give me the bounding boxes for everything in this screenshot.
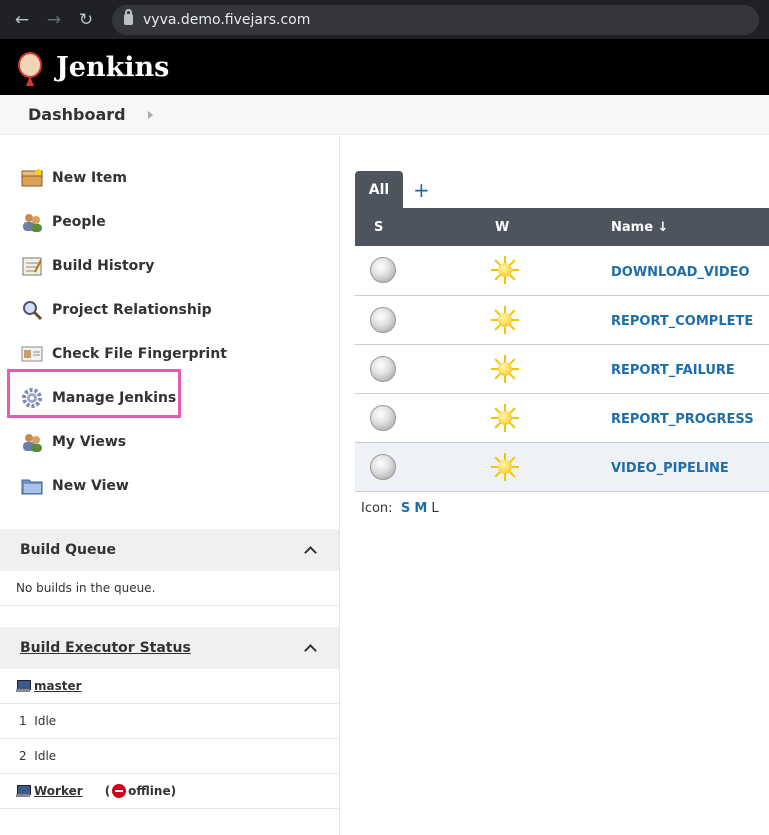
status-ball-icon bbox=[370, 404, 396, 431]
table-row: REPORT_FAILURE bbox=[355, 344, 769, 393]
task-label: Build History bbox=[52, 258, 155, 274]
column-weather[interactable]: W bbox=[477, 208, 611, 246]
executor-header[interactable]: Build Executor Status bbox=[0, 627, 339, 669]
breadcrumb-arrow-icon[interactable] bbox=[147, 110, 153, 119]
job-link[interactable]: REPORT_FAILURE bbox=[611, 363, 735, 378]
build-queue-header[interactable]: Build Queue bbox=[0, 529, 339, 571]
computer-icon bbox=[16, 680, 31, 692]
column-status[interactable]: S bbox=[355, 208, 477, 246]
breadcrumb: Dashboard bbox=[0, 95, 769, 135]
task-list: New Item People Build History Project Re… bbox=[0, 135, 339, 508]
job-link[interactable]: DOWNLOAD_VIDEO bbox=[611, 265, 750, 280]
computer-offline-icon bbox=[16, 785, 31, 797]
icon-size-small[interactable]: S bbox=[401, 501, 410, 516]
sidebar: New Item People Build History Project Re… bbox=[0, 135, 340, 835]
back-arrow-icon[interactable]: ← bbox=[10, 8, 34, 32]
browser-toolbar: ← → ↻ vyva.demo.fivejars.com bbox=[0, 0, 769, 39]
status-ball-icon bbox=[370, 306, 396, 333]
view-tabs: All + bbox=[355, 171, 769, 208]
task-new-view[interactable]: New View bbox=[0, 464, 339, 508]
executor-slot: 2 Idle bbox=[0, 739, 339, 774]
weather-sun-icon bbox=[490, 403, 520, 433]
executor-title[interactable]: Build Executor Status bbox=[20, 640, 191, 656]
executor-number: 2 bbox=[19, 749, 27, 763]
new-item-icon bbox=[20, 166, 44, 190]
icon-size-selector: Icon: S M L bbox=[355, 501, 769, 516]
people-icon bbox=[20, 430, 44, 454]
status-ball-icon bbox=[370, 257, 396, 284]
executor-worker-row: Worker ( offline) bbox=[0, 774, 339, 809]
executor-pane: Build Executor Status master 1 Idle 2 Id… bbox=[0, 627, 339, 809]
worker-link[interactable]: Worker bbox=[34, 784, 83, 798]
table-row: DOWNLOAD_VIDEO bbox=[355, 246, 769, 295]
offline-paren: ( bbox=[104, 784, 111, 798]
offline-icon bbox=[112, 784, 127, 798]
people-icon bbox=[20, 210, 44, 234]
address-bar[interactable]: vyva.demo.fivejars.com bbox=[112, 4, 759, 35]
icon-size-large: L bbox=[431, 500, 439, 516]
task-build-history[interactable]: Build History bbox=[0, 244, 339, 288]
executor-slot: 1 Idle bbox=[0, 704, 339, 739]
task-label: Project Relationship bbox=[52, 302, 212, 318]
task-label: Check File Fingerprint bbox=[52, 346, 227, 362]
executor-number: 1 bbox=[19, 714, 27, 728]
weather-sun-icon bbox=[490, 452, 520, 482]
task-project-relationship[interactable]: Project Relationship bbox=[0, 288, 339, 332]
collapse-chevron-icon[interactable] bbox=[304, 545, 317, 559]
jenkins-header: Jenkins bbox=[0, 39, 769, 95]
task-new-item[interactable]: New Item bbox=[0, 156, 339, 200]
offline-text: offline) bbox=[128, 784, 177, 798]
table-row: REPORT_PROGRESS bbox=[355, 393, 769, 442]
tab-all[interactable]: All bbox=[355, 171, 403, 208]
executor-master-row: master bbox=[0, 669, 339, 704]
offline-status: ( offline) bbox=[105, 784, 176, 798]
task-people[interactable]: People bbox=[0, 200, 339, 244]
build-queue-pane: Build Queue No builds in the queue. bbox=[0, 529, 339, 606]
reload-icon[interactable]: ↻ bbox=[74, 8, 98, 32]
add-view-tab[interactable]: + bbox=[413, 178, 430, 202]
url-text: vyva.demo.fivejars.com bbox=[143, 11, 311, 28]
job-link[interactable]: REPORT_PROGRESS bbox=[611, 412, 754, 427]
task-label: My Views bbox=[52, 434, 127, 450]
fingerprint-icon bbox=[20, 342, 44, 366]
job-link[interactable]: REPORT_COMPLETE bbox=[611, 314, 753, 329]
executor-state: Idle bbox=[34, 714, 57, 728]
breadcrumb-dashboard[interactable]: Dashboard bbox=[28, 105, 126, 124]
task-label: People bbox=[52, 214, 106, 230]
build-queue-title: Build Queue bbox=[20, 542, 116, 558]
jobs-table: S W Name ↓ DOWNLOAD_VIDEO REPORT_COMPLET… bbox=[355, 208, 769, 492]
lock-icon bbox=[124, 9, 133, 25]
collapse-chevron-icon[interactable] bbox=[304, 643, 317, 657]
job-link[interactable]: VIDEO_PIPELINE bbox=[611, 461, 729, 476]
executor-state: Idle bbox=[34, 749, 57, 763]
jenkins-title[interactable]: Jenkins bbox=[56, 52, 169, 83]
magnifier-icon bbox=[20, 298, 44, 322]
icon-size-medium[interactable]: M bbox=[414, 501, 427, 516]
task-label: New Item bbox=[52, 170, 128, 186]
build-queue-empty: No builds in the queue. bbox=[0, 571, 339, 606]
forward-arrow-icon[interactable]: → bbox=[42, 8, 66, 32]
master-link[interactable]: master bbox=[34, 679, 82, 693]
table-row: VIDEO_PIPELINE bbox=[355, 442, 769, 491]
build-history-icon bbox=[20, 254, 44, 278]
weather-sun-icon bbox=[490, 305, 520, 335]
column-name[interactable]: Name ↓ bbox=[611, 208, 769, 246]
status-ball-icon bbox=[370, 355, 396, 382]
table-row: REPORT_COMPLETE bbox=[355, 295, 769, 344]
manage-jenkins-highlight bbox=[7, 369, 181, 418]
folder-icon bbox=[20, 474, 44, 498]
jenkins-logo-icon[interactable] bbox=[14, 48, 46, 86]
task-label: New View bbox=[52, 478, 129, 494]
main-content: All + S W Name ↓ DOWNLOAD_VIDEO REPORT_C… bbox=[340, 135, 769, 835]
icon-size-label: Icon: bbox=[361, 500, 393, 516]
task-my-views[interactable]: My Views bbox=[0, 420, 339, 464]
status-ball-icon bbox=[370, 453, 396, 480]
weather-sun-icon bbox=[490, 255, 520, 285]
weather-sun-icon bbox=[490, 354, 520, 384]
